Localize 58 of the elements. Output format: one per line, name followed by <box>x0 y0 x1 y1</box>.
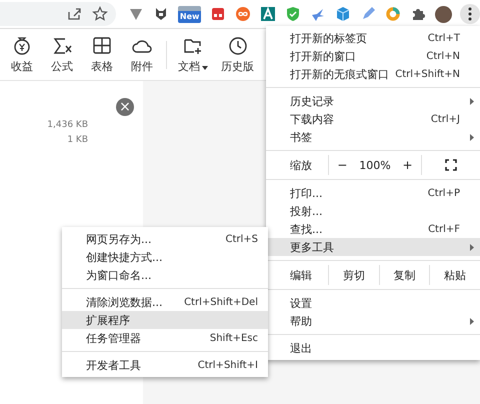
cube-icon[interactable] <box>335 6 352 22</box>
toolbar-button[interactable]: 附件 <box>122 36 162 74</box>
menu-item[interactable]: 退出 <box>266 339 480 357</box>
file-size: 1 KB <box>67 134 89 147</box>
fullscreen-icon[interactable] <box>445 159 457 171</box>
menu-item[interactable]: 创建快捷方式... <box>62 248 268 266</box>
clock-icon <box>228 36 248 56</box>
more-icon <box>468 7 472 21</box>
menu-item[interactable]: 清除浏览数据... Ctrl+Shift+Del <box>62 293 268 311</box>
menu-item[interactable]: 下载内容 Ctrl+J <box>266 110 480 128</box>
menu-item[interactable]: 任务管理器 Shift+Esc <box>62 329 268 347</box>
menu-button[interactable] <box>460 4 480 24</box>
edit-button[interactable]: 复制 <box>378 265 430 285</box>
table-icon <box>92 36 112 56</box>
v-shape-icon[interactable] <box>128 6 144 22</box>
toolbar-button[interactable]: 收益 <box>2 36 42 74</box>
file-size: 1,436 KB <box>47 119 89 132</box>
menu-item[interactable]: 开发者工具 Ctrl+Shift+I <box>62 356 268 374</box>
formula-icon <box>52 36 72 56</box>
toolbar-button[interactable]: 历史版 <box>221 36 254 74</box>
menu-item[interactable]: 查找... Ctrl+F <box>266 220 480 238</box>
menu-item[interactable]: 设置 <box>266 294 480 312</box>
zoom-out-button[interactable]: − <box>332 158 352 172</box>
toolbar-button[interactable]: 公式 <box>42 36 82 74</box>
menu-item[interactable]: 帮助 <box>266 312 480 330</box>
edit-button[interactable]: 粘贴 <box>429 265 480 285</box>
menu-item[interactable]: 打开新的窗口 Ctrl+N <box>266 47 480 65</box>
money-bag-icon <box>12 36 32 56</box>
menu-item[interactable]: 打印... Ctrl+P <box>266 184 480 202</box>
zoom-label: 缩放 <box>289 158 313 174</box>
star-icon[interactable] <box>92 6 108 22</box>
extension-button[interactable]: New <box>178 6 202 22</box>
close-button[interactable]: × <box>116 98 134 116</box>
menu-item[interactable]: 更多工具 <box>266 238 480 256</box>
menu-item[interactable]: 为窗口命名... <box>62 266 268 284</box>
menu-item[interactable]: 书签 <box>266 128 480 146</box>
infinity-icon[interactable] <box>235 6 252 22</box>
edit-button[interactable]: 剪切 <box>328 265 379 285</box>
app-square-icon[interactable] <box>210 6 226 22</box>
address-bar[interactable] <box>0 2 116 26</box>
puzzle-icon[interactable] <box>410 6 426 22</box>
menu-item[interactable]: 扩展程序 <box>62 311 268 329</box>
zoom-in-button[interactable]: + <box>398 158 418 172</box>
ring-icon[interactable] <box>385 6 402 22</box>
avatar[interactable] <box>435 6 452 22</box>
menu-item[interactable]: 网页另存为... Ctrl+S <box>62 230 268 248</box>
menu-item[interactable]: 打开新的标签页 Ctrl+T <box>266 29 480 47</box>
menu-item[interactable]: 打开新的无痕式窗口 Ctrl+Shift+N <box>266 65 480 83</box>
zoom-value: 100% <box>359 158 391 172</box>
menu-item[interactable]: 历史记录 <box>266 92 480 110</box>
letter-a-icon[interactable] <box>260 6 276 22</box>
shield-icon[interactable] <box>285 6 302 22</box>
toolbar-button[interactable]: 表格 <box>82 36 122 74</box>
share-icon[interactable] <box>66 6 82 22</box>
pencil-icon[interactable] <box>360 6 376 22</box>
edit-label: 编辑 <box>289 268 313 284</box>
menu-item[interactable]: 投射... <box>266 202 480 220</box>
toolbar-button[interactable]: 文档 <box>173 36 213 74</box>
